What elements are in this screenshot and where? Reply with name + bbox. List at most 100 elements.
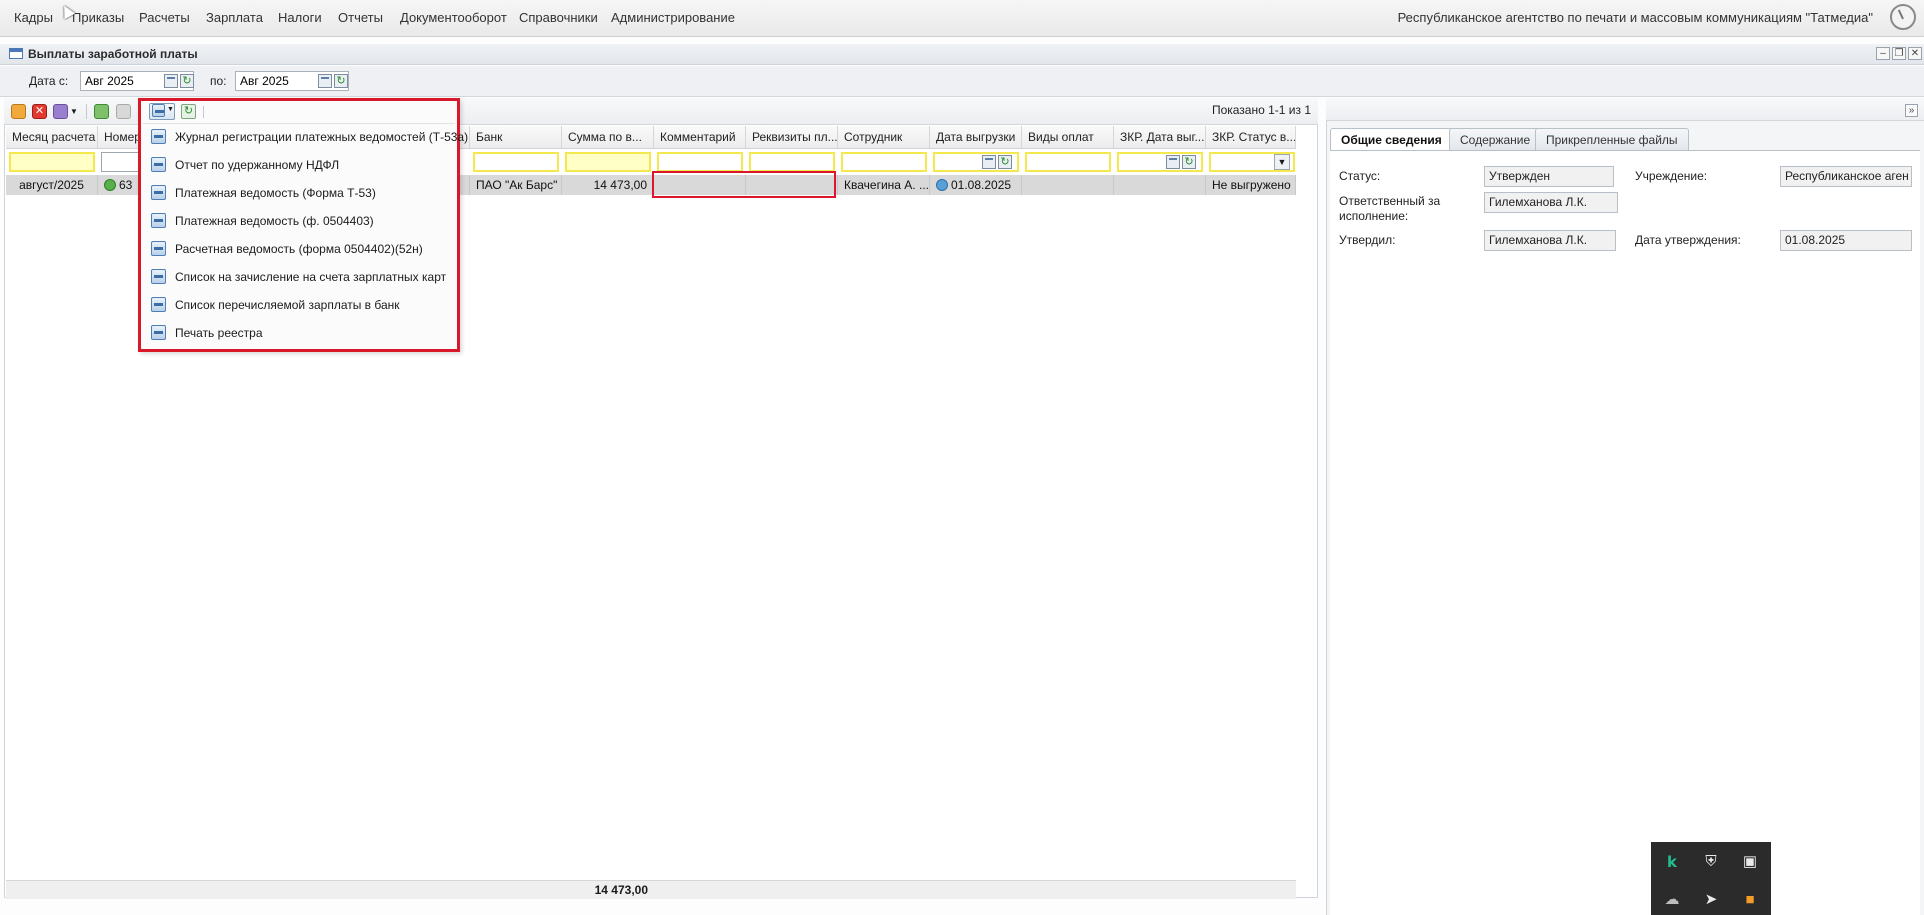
chevron-down-icon[interactable]: ▼ [1274,154,1290,170]
menu-item-print-bank-list[interactable]: Список перечисляемой зарплаты в банк [145,294,453,316]
menu-item-salary[interactable]: Зарплата [206,10,263,25]
clock-icon[interactable] [1890,4,1916,30]
filter-bank-input[interactable] [473,152,559,172]
menu-item-print-t53a[interactable]: Журнал регистрации платежных ведомостей … [145,126,468,148]
calendar-icon[interactable] [164,74,178,88]
filter-payment-types-input[interactable] [1025,152,1111,172]
responsible-label-line2: исполнение: [1339,209,1409,223]
menu-item-reports[interactable]: Отчеты [338,10,383,25]
menu-item-administration[interactable]: Администрирование [611,10,735,25]
chevron-down-icon: ▼ [167,106,174,113]
network-icon[interactable]: ▣ [1741,853,1759,871]
printer-icon [151,129,166,144]
column-header-employee[interactable]: Сотрудник [838,126,930,148]
column-header-bank[interactable]: Банк [470,126,562,148]
minimize-button[interactable]: – [1876,47,1890,60]
column-header-requisites[interactable]: Реквизиты пл... [746,126,838,148]
menu-item-taxes[interactable]: Налоги [278,10,322,25]
shield-warning-icon[interactable]: ⛨ [1702,853,1720,871]
column-header-month[interactable]: Месяц расчета [6,126,98,148]
date-from-label: Дата с: [29,74,69,88]
filter-requisites-input[interactable] [749,152,835,172]
refresh-icon[interactable]: ↻ [181,104,196,119]
institution-field[interactable]: Республиканское аген [1780,166,1912,187]
menu-item-document-flow[interactable]: Документооборот [400,10,507,25]
responsible-field[interactable]: Гилемханова Л.К. [1484,192,1618,213]
column-header-payment-types[interactable]: Виды оплат [1022,126,1114,148]
date-to-label: по: [210,74,227,88]
menu-item-orders[interactable]: Приказы [72,10,124,25]
print-menu-toolbar: ▼ ↻ [143,101,455,124]
highlight-comment-requisites [652,171,836,198]
menu-item-print-ndfl[interactable]: Отчет по удержанному НДФЛ [145,154,453,176]
tab-contents[interactable]: Содержание [1449,128,1542,150]
menu-item-label: Печать реестра [175,326,263,340]
refresh-date-icon[interactable]: ↻ [998,155,1012,169]
calendar-icon[interactable] [982,155,996,169]
filter-comment-input[interactable] [657,152,743,172]
institution-label: Учреждение: [1635,169,1708,183]
filter-sum-input[interactable] [565,152,651,172]
menu-item-staff[interactable]: Кадры [14,10,53,25]
cloud-off-icon[interactable]: ☁ [1663,891,1681,909]
calendar-icon[interactable] [318,74,332,88]
calendar-icon[interactable] [1166,155,1180,169]
status-label: Статус: [1339,169,1381,183]
printer-icon [151,241,166,256]
column-header-sum[interactable]: Сумма по в... [562,126,654,148]
tab-attached-files[interactable]: Прикрепленные файлы [1535,128,1689,150]
package-icon[interactable]: ■ [1741,891,1759,909]
printer-icon [151,213,166,228]
close-button[interactable]: ✕ [1908,47,1922,60]
refresh-date-icon[interactable]: ↻ [180,74,194,88]
approved-by-field[interactable]: Гилемханова Л.К. [1484,230,1616,251]
chevron-down-icon[interactable]: ▼ [70,104,78,119]
general-info-body [1330,151,1920,915]
restore-button[interactable]: ❐ [1892,47,1906,60]
menu-item-print-register[interactable]: Печать реестра [145,322,453,344]
approve-icon[interactable] [94,104,109,119]
responsible-label-line1: Ответственный за [1339,194,1441,208]
approval-date-label: Дата утверждения: [1635,233,1741,247]
menu-item-print-salary-cards[interactable]: Список на зачисление на счета зарплатных… [145,266,453,288]
unapprove-icon[interactable] [116,104,131,119]
menu-item-directories[interactable]: Справочники [519,10,598,25]
window-title-bar: Выплаты заработной платы – ❐ ✕ [0,44,1924,65]
toolbar-separator [86,104,87,119]
cell-zkr-status: Не выгружено [1206,175,1296,195]
menu-item-label: Платежная ведомость (ф. 0504403) [175,214,374,228]
menu-item-print-0504403[interactable]: Платежная ведомость (ф. 0504403) [145,210,453,232]
tab-general-info[interactable]: Общие сведения [1330,128,1453,151]
menu-item-print-0504402[interactable]: Расчетная ведомость (форма 0504402)(52н) [145,238,453,260]
refresh-date-icon[interactable]: ↻ [334,74,348,88]
delete-icon[interactable]: ✕ [32,104,47,119]
column-header-comment[interactable]: Комментарий [654,126,746,148]
telegram-icon[interactable]: ➤ [1702,891,1720,909]
details-panel-header [1326,98,1924,121]
column-header-zkr-status[interactable]: ЗКР. Статус в... [1206,126,1296,148]
refresh-date-icon[interactable]: ↻ [1182,155,1196,169]
filter-employee-input[interactable] [841,152,927,172]
printer-icon [151,325,166,340]
cell-sum: 14 473,00 [562,175,654,195]
status-field[interactable]: Утвержден [1484,166,1614,187]
system-tray-popup: k ⛨ ▣ ☁ ➤ ■ [1651,842,1771,915]
filter-month-input[interactable] [9,152,95,172]
edit-icon[interactable] [11,104,26,119]
actions-icon[interactable] [53,104,68,119]
cell-payment-types [1022,175,1114,195]
cell-month: август/2025 [6,175,98,195]
column-header-export-date[interactable]: Дата выгрузки [930,126,1022,148]
column-header-zkr-date[interactable]: ЗКР. Дата выг... [1114,126,1206,148]
printer-icon [151,297,166,312]
grid-summary-row: 14 473,00 [6,880,1296,899]
menu-item-calculations[interactable]: Расчеты [139,10,190,25]
menu-item-print-t53[interactable]: Платежная ведомость (Форма Т-53) [145,182,453,204]
kaspersky-icon[interactable]: k [1663,853,1681,871]
print-button[interactable]: ▼ [149,103,175,120]
expand-panel-button[interactable]: » [1905,104,1918,117]
printer-icon [151,157,166,172]
cell-export-date-value: 01.08.2025 [951,178,1012,192]
approval-date-field[interactable]: 01.08.2025 [1780,230,1912,251]
main-menu-bar: Кадры Приказы Расчеты Зарплата Налоги От… [0,0,1924,37]
